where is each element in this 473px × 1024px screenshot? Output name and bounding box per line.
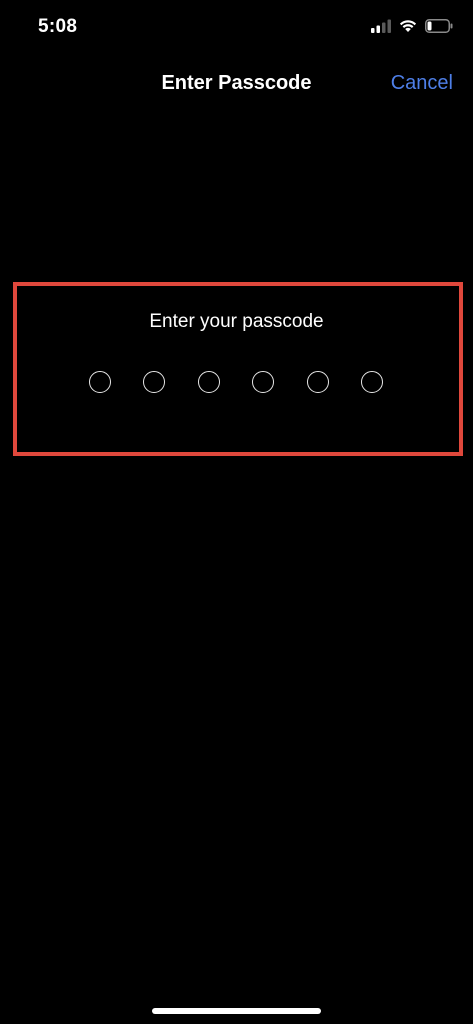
passcode-prompt: Enter your passcode [149,311,324,332]
status-icons [371,18,453,38]
passcode-dot [88,371,111,393]
highlight-box [13,282,463,456]
passcode-dot [143,371,166,393]
home-indicator[interactable] [152,1008,321,1014]
status-bar: 5:08 [0,0,473,56]
nav-bar: Enter Passcode Cancel [0,60,473,106]
passcode-dot [361,371,384,393]
status-time: 5:08 [38,16,78,37]
passcode-dot [197,371,220,393]
cancel-button[interactable]: Cancel [391,72,453,95]
passcode-dot [306,371,329,393]
cellular-signal-icon [371,19,391,38]
passcode-dot [252,371,275,393]
wifi-icon [399,19,417,38]
battery-icon [425,18,453,38]
passcode-dots[interactable] [0,371,473,395]
